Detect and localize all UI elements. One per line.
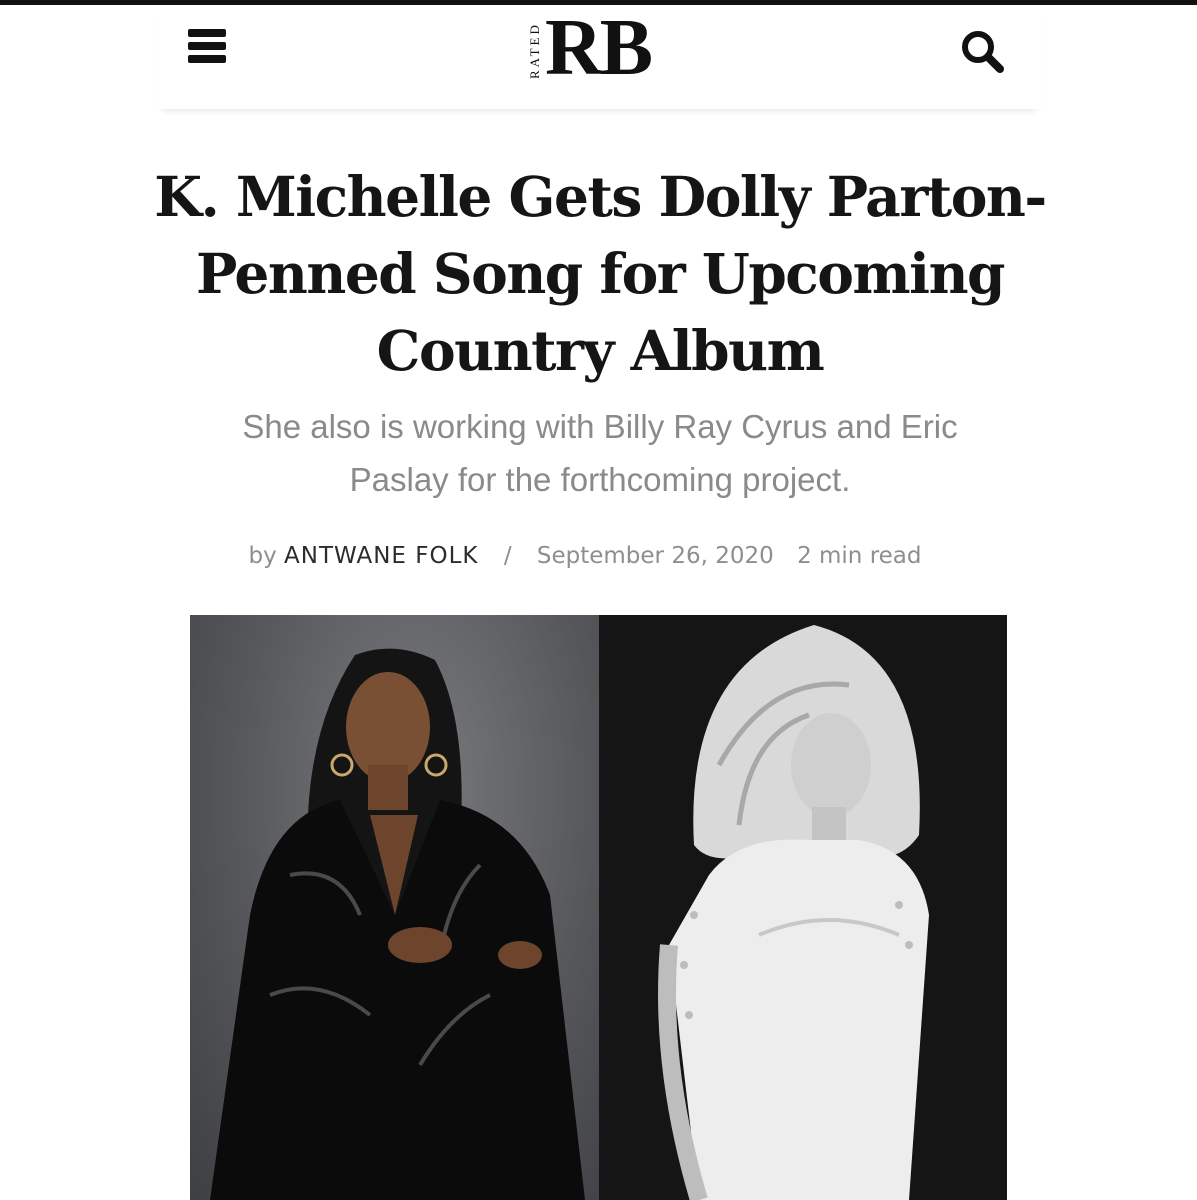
featured-image xyxy=(190,615,1007,1200)
logo-rated-text: RATED xyxy=(527,22,542,80)
read-time: 2 min read xyxy=(797,543,922,569)
site-header: RATED RB xyxy=(158,4,1040,109)
meta-separator: / xyxy=(503,543,512,569)
publish-date: September 26, 2020 xyxy=(536,543,774,569)
logo-rb-text: RB xyxy=(545,4,653,92)
byline-prefix: by xyxy=(248,543,277,569)
search-icon[interactable] xyxy=(958,27,1008,77)
site-logo[interactable]: RATED RB xyxy=(527,4,678,92)
article-headline: K. Michelle Gets Dolly Parton-Penned Son… xyxy=(154,164,1047,383)
article-meta: by ANTWANE FOLK / September 26, 2020 2 m… xyxy=(150,543,1020,569)
left-portrait-photo xyxy=(190,615,599,1200)
hamburger-menu-icon[interactable] xyxy=(188,29,230,67)
author-link[interactable]: ANTWANE FOLK xyxy=(284,543,478,569)
right-portrait-photo xyxy=(599,615,1007,1200)
article-subtitle: She also is working with Billy Ray Cyrus… xyxy=(242,408,958,498)
